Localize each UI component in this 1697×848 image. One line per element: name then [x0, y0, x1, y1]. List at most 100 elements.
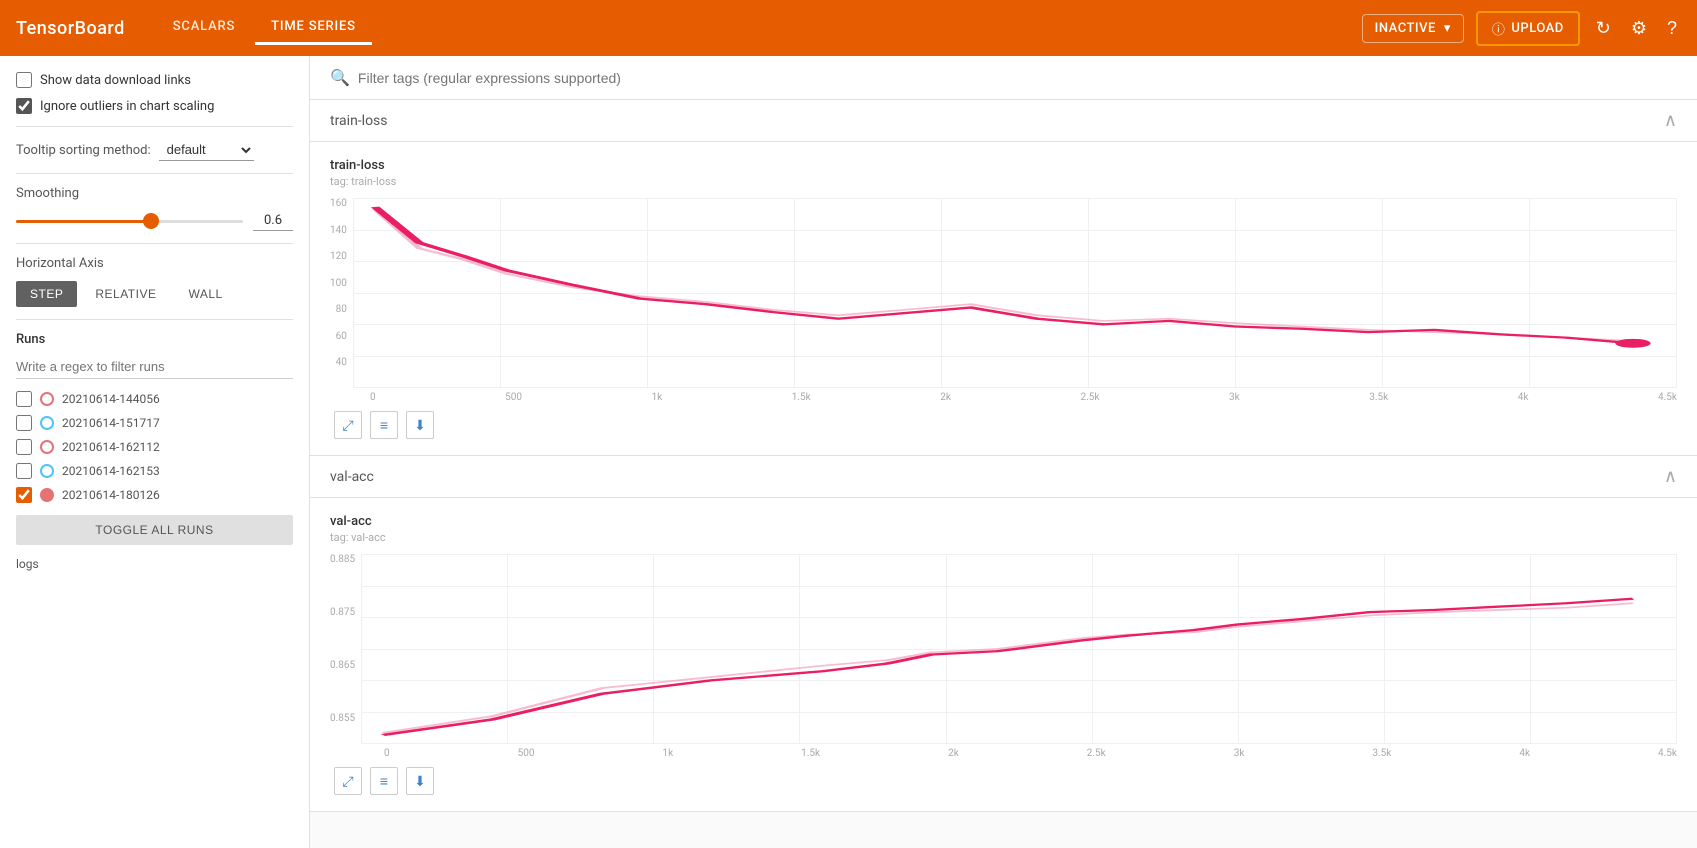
run-3-checkbox[interactable] [16, 463, 32, 479]
runs-filter-input[interactable] [16, 355, 293, 379]
run-3-name: 20210614-162153 [62, 464, 160, 478]
chart-container-val-acc: val-acc tag: val-acc 0.885 0.875 0.865 0… [310, 498, 1697, 811]
chevron-down-icon: ▾ [1444, 21, 1451, 36]
tab-time-series[interactable]: TIME SERIES [255, 11, 372, 45]
y-axis-train-loss: 160 140 120 100 80 60 40 [330, 198, 353, 388]
layout: Show data download links Ignore outliers… [0, 56, 1697, 848]
run-2-circle [40, 440, 54, 454]
ignore-outliers-label: Ignore outliers in chart scaling [40, 99, 214, 114]
filter-bar: 🔍 [310, 56, 1697, 100]
refresh-button[interactable]: ↻ [1592, 14, 1615, 43]
logs-link[interactable]: logs [16, 557, 39, 571]
run-4-name: 20210614-180126 [62, 488, 160, 502]
y-label: 140 [330, 225, 347, 236]
inactive-label: INACTIVE [1375, 21, 1436, 36]
run-2-checkbox[interactable] [16, 439, 32, 455]
chart-actions-val-acc: ⤢ ≡ ⬇ [330, 767, 1677, 795]
run-4-circle [40, 488, 54, 502]
y-label: 60 [336, 331, 347, 342]
x-label: 2k [948, 748, 959, 759]
y-label: 40 [336, 357, 347, 368]
expand-chart-button-val-acc[interactable]: ⤢ [334, 767, 362, 795]
inactive-dropdown[interactable]: INACTIVE ▾ [1362, 14, 1464, 43]
section-train-loss-collapse[interactable]: ∧ [1664, 110, 1677, 131]
upload-button[interactable]: ⓘ UPLOAD [1476, 11, 1580, 46]
section-train-loss: train-loss ∧ train-loss tag: train-loss … [310, 100, 1697, 456]
app-logo: TensorBoard [16, 18, 125, 39]
sidebar: Show data download links Ignore outliers… [0, 56, 310, 848]
x-label: 2.5k [1087, 748, 1106, 759]
chart-y-and-plot-train-loss: 160 140 120 100 80 60 40 [330, 198, 1677, 388]
run-1-name: 20210614-151717 [62, 416, 160, 430]
chart-actions-train-loss: ⤢ ≡ ⬇ [330, 411, 1677, 439]
smoothing-label: Smoothing [16, 186, 293, 201]
tooltip-select[interactable]: default ascending descending [159, 139, 254, 161]
haxis-buttons: STEP RELATIVE WALL [16, 281, 293, 307]
haxis-relative-button[interactable]: RELATIVE [81, 281, 170, 307]
data-button-val-acc[interactable]: ≡ [370, 767, 398, 795]
run-item-3: 20210614-162153 [16, 463, 293, 479]
run-item-4: 20210614-180126 [16, 487, 293, 503]
haxis-label: Horizontal Axis [16, 256, 293, 271]
help-button[interactable]: ? [1663, 14, 1681, 43]
x-label: 1.5k [792, 392, 811, 403]
run-0-name: 20210614-144056 [62, 392, 160, 406]
tab-scalars[interactable]: SCALARS [157, 11, 251, 45]
chart-wrapper-val-acc: 0.885 0.875 0.865 0.855 [330, 554, 1677, 759]
run-4-checkbox[interactable] [16, 487, 32, 503]
divider-4 [16, 319, 293, 320]
nav-tabs: SCALARS TIME SERIES [157, 11, 372, 45]
run-3-circle [40, 464, 54, 478]
download-button-train-loss[interactable]: ⬇ [406, 411, 434, 439]
x-label: 3k [1229, 392, 1240, 403]
section-val-acc-title: val-acc [330, 469, 374, 485]
chart-svg-train-loss [353, 198, 1677, 388]
run-0-circle [40, 392, 54, 406]
y-label: 0.875 [330, 607, 355, 618]
x-label: 3.5k [1372, 748, 1391, 759]
y-label: 0.885 [330, 554, 355, 565]
ignore-outliers-row: Ignore outliers in chart scaling [16, 98, 293, 114]
x-label: 3k [1234, 748, 1245, 759]
expand-chart-button-train-loss[interactable]: ⤢ [334, 411, 362, 439]
y-label: 0.855 [330, 713, 355, 724]
main-content: 🔍 train-loss ∧ train-loss tag: train-los… [310, 56, 1697, 848]
filter-input[interactable] [358, 70, 1677, 86]
x-axis-train-loss: 0 500 1k 1.5k 2k 2.5k 3k 3.5k 4k 4.5k [366, 392, 1677, 403]
x-label: 2.5k [1081, 392, 1100, 403]
toggle-all-button[interactable]: TOGGLE ALL RUNS [16, 515, 293, 545]
x-label: 0 [370, 392, 376, 403]
chart-title-train-loss: train-loss [330, 158, 1677, 173]
search-icon: 🔍 [330, 68, 350, 87]
section-val-acc: val-acc ∧ val-acc tag: val-acc 0.885 0.8… [310, 456, 1697, 812]
chart-y-and-plot-val-acc: 0.885 0.875 0.865 0.855 [330, 554, 1677, 744]
y-axis-val-acc: 0.885 0.875 0.865 0.855 [330, 554, 361, 744]
chart-title-val-acc: val-acc [330, 514, 1677, 529]
run-1-checkbox[interactable] [16, 415, 32, 431]
x-label: 500 [505, 392, 522, 403]
settings-button[interactable]: ⚙ [1627, 14, 1651, 43]
x-label: 0 [384, 748, 390, 759]
divider-1 [16, 126, 293, 127]
ignore-outliers-checkbox[interactable] [16, 98, 32, 114]
download-button-val-acc[interactable]: ⬇ [406, 767, 434, 795]
data-button-train-loss[interactable]: ≡ [370, 411, 398, 439]
run-item-2: 20210614-162112 [16, 439, 293, 455]
slider-row: 0.6 [16, 211, 293, 231]
haxis-step-button[interactable]: STEP [16, 281, 77, 307]
upload-label: UPLOAD [1511, 21, 1563, 36]
section-val-acc-header: val-acc ∧ [310, 456, 1697, 498]
smoothing-slider[interactable] [16, 220, 243, 223]
smoothing-value: 0.6 [253, 211, 293, 231]
x-label: 2k [940, 392, 951, 403]
run-0-checkbox[interactable] [16, 391, 32, 407]
topnav: TensorBoard SCALARS TIME SERIES INACTIVE… [0, 0, 1697, 56]
run-item-1: 20210614-151717 [16, 415, 293, 431]
haxis-wall-button[interactable]: WALL [174, 281, 236, 307]
x-label: 3.5k [1369, 392, 1388, 403]
topnav-right: INACTIVE ▾ ⓘ UPLOAD ↻ ⚙ ? [1362, 11, 1681, 46]
x-label: 4.5k [1658, 748, 1677, 759]
section-val-acc-collapse[interactable]: ∧ [1664, 466, 1677, 487]
x-label: 500 [518, 748, 535, 759]
show-download-checkbox[interactable] [16, 72, 32, 88]
